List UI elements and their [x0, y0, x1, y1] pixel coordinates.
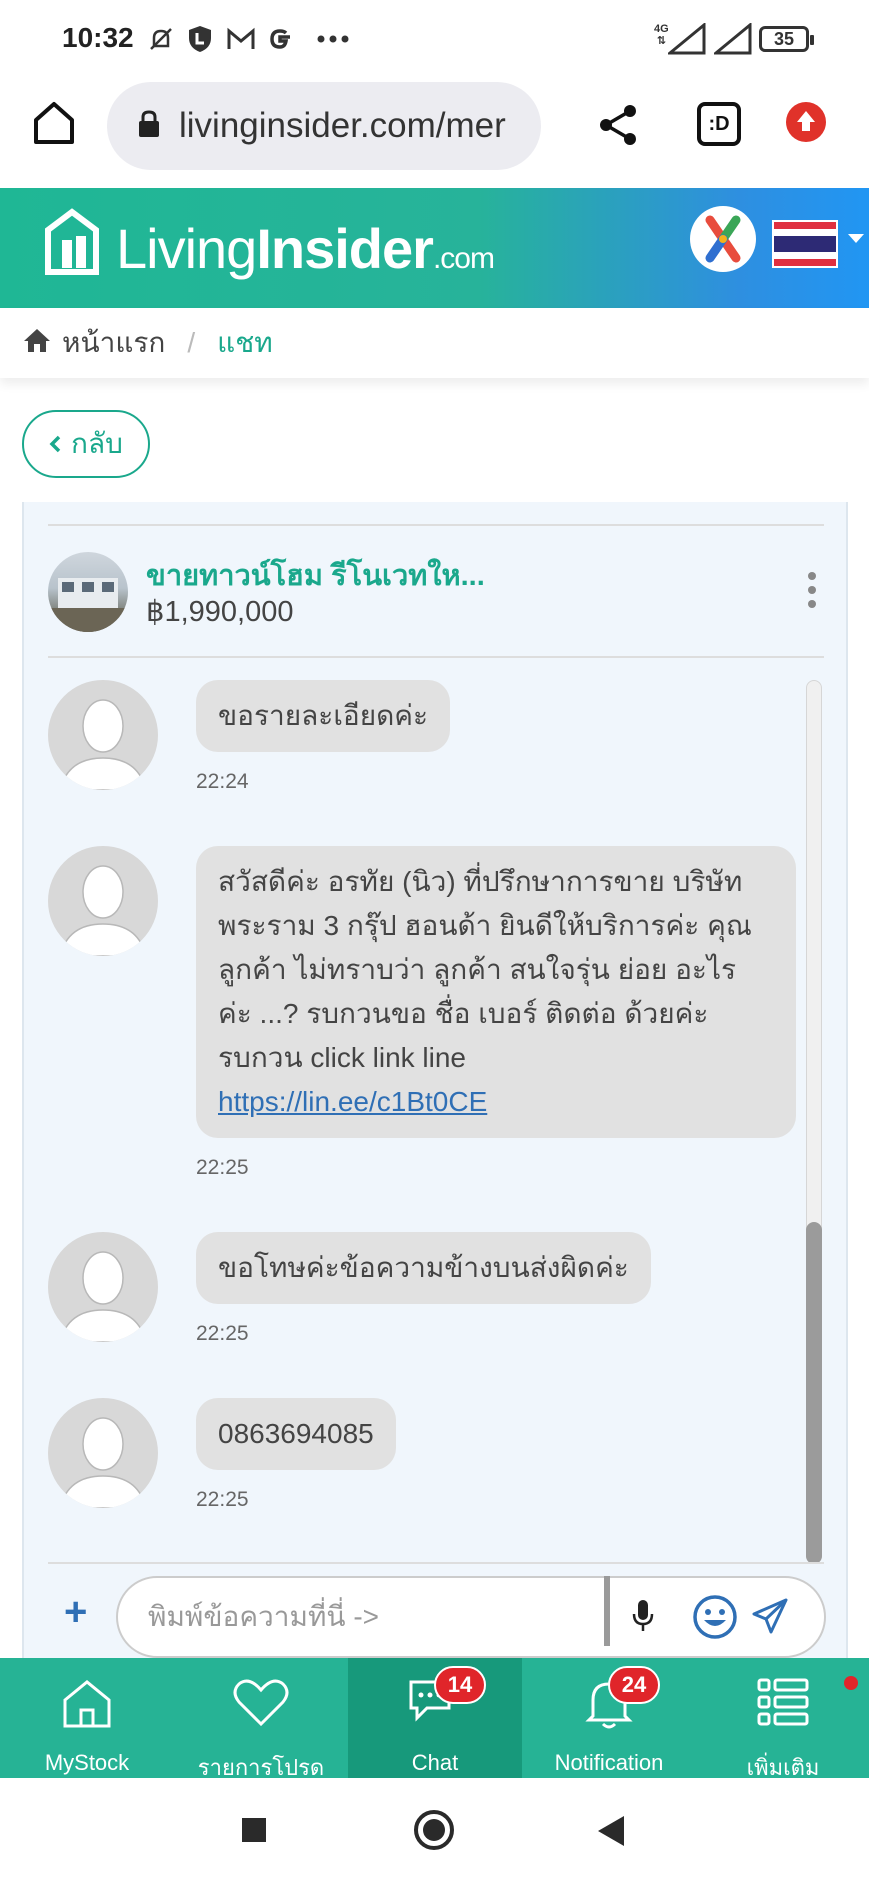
home-icon[interactable] — [22, 326, 52, 361]
message-bubble: 0863694085 — [196, 1398, 396, 1470]
gmail-icon — [226, 22, 256, 56]
back-button[interactable]: กลับ — [22, 410, 150, 478]
chat-badge: 14 — [434, 1666, 486, 1704]
breadcrumb: หน้าแรก / แชท — [0, 308, 869, 378]
message-line: ลูกค้า ไม่ทราบว่า ลูกค้า สนใจรุ่น ย่อย อ… — [218, 954, 737, 985]
chat-message: ขอโทษค่ะข้อความข้างบนส่งผิดค่ะ 22:25 — [48, 1232, 788, 1372]
chevron-left-icon — [49, 428, 61, 460]
divider — [48, 1562, 824, 1564]
tab-switcher-button[interactable]: :D — [697, 102, 741, 146]
home-button-icon[interactable] — [414, 1810, 454, 1850]
language-dropdown-icon[interactable] — [848, 234, 864, 243]
emoji-icon[interactable] — [692, 1594, 738, 1645]
status-time: 10:32 — [62, 22, 134, 53]
breadcrumb-home[interactable]: หน้าแรก — [62, 321, 165, 365]
status-bar: 10:32 4G ⇅ 35 — [0, 0, 869, 78]
partner-x-logo[interactable] — [690, 206, 756, 272]
message-time: 22:25 — [196, 1156, 249, 1179]
nav-item-favorites[interactable]: รายการโปรด — [174, 1658, 348, 1780]
shield-icon — [186, 22, 214, 56]
menu-grid-icon — [757, 1678, 809, 1726]
share-icon[interactable] — [598, 104, 638, 151]
lock-icon — [137, 109, 161, 144]
message-time: 22:25 — [196, 1488, 249, 1511]
signal-icon — [668, 22, 706, 56]
more-notifications-icon — [316, 22, 350, 56]
nav-item-chat[interactable]: 14 Chat — [348, 1658, 522, 1778]
network-type: 4G ⇅ — [654, 23, 669, 47]
site-header: LivingInsider.com — [0, 188, 869, 308]
url-text: livinginsider.com/mer — [179, 106, 506, 145]
nav-label: MyStock — [44, 1750, 130, 1775]
url-bar[interactable]: livinginsider.com/mer — [107, 82, 541, 170]
message-line: รบกวน click link line — [218, 1042, 467, 1073]
add-attachment-button[interactable]: + — [64, 1590, 87, 1635]
avatar — [48, 1232, 158, 1342]
browser-toolbar: livinginsider.com/mer :D — [0, 78, 869, 188]
message-link[interactable]: https://lin.ee/c1Bt0CE — [218, 1080, 774, 1124]
home-icon — [63, 1680, 111, 1728]
heart-icon — [233, 1679, 289, 1727]
scrollbar-thumb[interactable] — [806, 1222, 822, 1564]
message-bubble: สวัสดีค่ะ อรทัย (นิว) ที่ปรึกษาการขาย บร… — [196, 846, 796, 1138]
google-icon — [266, 22, 294, 56]
listing-title[interactable]: ขายทาวน์โฮม รีโนเวทให... — [146, 552, 485, 598]
message-time: 22:24 — [196, 770, 249, 793]
back-label: กลับ — [71, 428, 123, 459]
message-bubble: ขอรายละเอียดค่ะ — [196, 680, 451, 752]
nav-label: Notification — [554, 1750, 664, 1775]
avatar — [48, 680, 158, 790]
chat-message: ขอรายละเอียดค่ะ 22:24 — [48, 680, 788, 820]
chat-message: 0863694085 22:25 — [48, 1398, 788, 1538]
bottom-nav: MyStock รายการโปรด 14 Chat 24 Notificati… — [0, 1658, 869, 1780]
signal-icon-2 — [714, 22, 752, 56]
breadcrumb-separator: / — [187, 327, 196, 358]
thai-flag-icon[interactable] — [772, 220, 838, 268]
more-notification-dot — [844, 1676, 858, 1690]
avatar — [48, 1398, 158, 1508]
nav-item-mystock[interactable]: MyStock — [0, 1658, 174, 1778]
message-time: 22:25 — [196, 1322, 249, 1345]
more-options-icon[interactable] — [806, 572, 818, 612]
nav-item-more[interactable]: เพิ่มเติม — [696, 1658, 869, 1780]
house-logo-icon[interactable] — [44, 206, 100, 283]
send-icon[interactable] — [750, 1596, 790, 1641]
battery-indicator: 35 — [759, 26, 814, 52]
back-triangle-icon[interactable] — [598, 1816, 624, 1846]
chat-panel: ขายทาวน์โฮม รีโนเวทให... ฿1,990,000 ขอรา… — [22, 502, 848, 1662]
nav-label: Chat — [411, 1750, 459, 1775]
breadcrumb-current: แชท — [217, 327, 273, 358]
notification-badge: 24 — [608, 1666, 660, 1704]
recent-apps-icon[interactable] — [242, 1818, 266, 1842]
home-icon[interactable] — [32, 98, 76, 151]
message-placeholder: พิมพ์ข้อความที่นี่ -> — [148, 1601, 380, 1632]
avatar — [48, 846, 158, 956]
system-navigation-bar — [0, 1778, 869, 1883]
message-bubble: ขอโทษค่ะข้อความข้างบนส่งผิดค่ะ — [196, 1232, 651, 1304]
listing-thumbnail[interactable] — [48, 552, 128, 632]
input-divider — [604, 1576, 610, 1646]
microphone-icon[interactable] — [632, 1598, 654, 1639]
upgrade-icon[interactable] — [786, 102, 826, 142]
listing-header[interactable]: ขายทาวน์โฮม รีโนเวทให... ฿1,990,000 — [48, 524, 824, 658]
message-line: พระราม 3 กรุ๊ป ฮอนด้า ยินดีให้บริการค่ะ … — [218, 910, 752, 941]
listing-price: ฿1,990,000 — [146, 596, 294, 628]
mute-bell-icon — [146, 22, 176, 56]
nav-item-notification[interactable]: 24 Notification — [522, 1658, 696, 1778]
message-line: ค่ะ ...? รบกวนขอ ชื่อ เบอร์ ติดต่อ ด้วยค… — [218, 998, 709, 1029]
chat-message: สวัสดีค่ะ อรทัย (นิว) ที่ปรึกษาการขาย บร… — [48, 846, 796, 1179]
message-line: สวัสดีค่ะ อรทัย (นิว) ที่ปรึกษาการขาย บร… — [218, 866, 743, 897]
site-logo[interactable]: LivingInsider.com — [116, 216, 495, 281]
